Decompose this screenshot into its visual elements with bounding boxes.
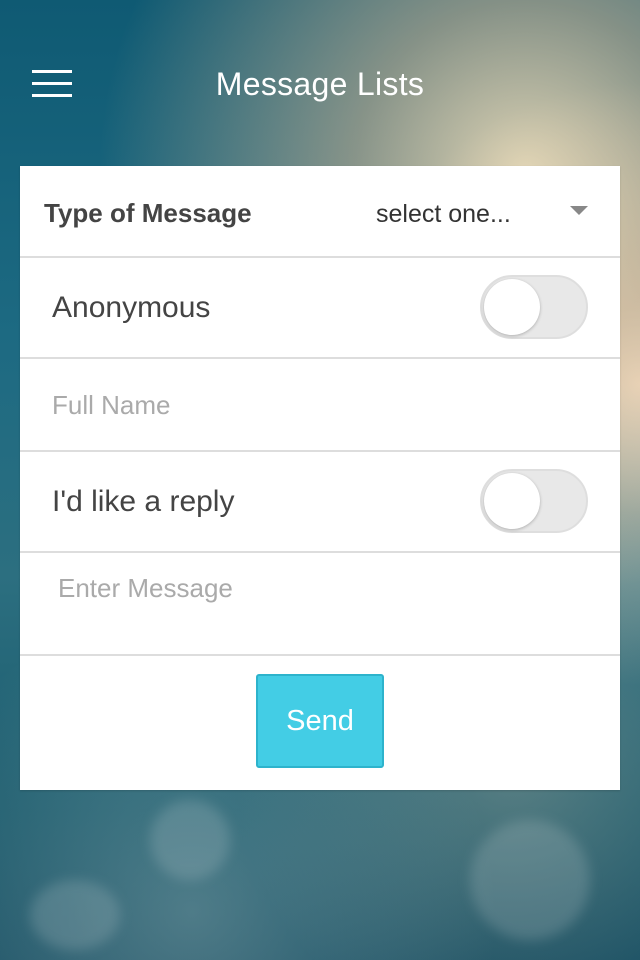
- type-of-message-select[interactable]: select one...: [376, 200, 596, 230]
- type-of-message-label: Type of Message: [44, 198, 252, 228]
- reply-row: I'd like a reply: [20, 452, 620, 553]
- toggle-knob: [484, 279, 540, 335]
- background-bokeh: [30, 880, 120, 950]
- reply-label: I'd like a reply: [52, 485, 235, 518]
- type-of-message-selected: select one...: [376, 200, 511, 228]
- background-bokeh: [150, 800, 230, 880]
- toggle-knob: [484, 473, 540, 529]
- full-name-input[interactable]: [52, 387, 592, 423]
- message-input[interactable]: [58, 573, 588, 613]
- page-title: Message Lists: [215, 66, 425, 102]
- message-row: [20, 553, 620, 656]
- background-bokeh: [470, 820, 590, 940]
- anonymous-row: Anonymous: [20, 258, 620, 359]
- chevron-down-icon: [570, 206, 588, 215]
- reply-toggle[interactable]: [480, 469, 588, 533]
- anonymous-toggle[interactable]: [480, 275, 588, 339]
- send-button[interactable]: Send: [256, 674, 384, 768]
- message-form-card: Type of Message select one... Anonymous …: [20, 166, 620, 790]
- type-of-message-row: Type of Message select one...: [20, 166, 620, 258]
- anonymous-label: Anonymous: [52, 291, 211, 324]
- full-name-row: [20, 359, 620, 452]
- app-header: Message Lists: [0, 40, 640, 128]
